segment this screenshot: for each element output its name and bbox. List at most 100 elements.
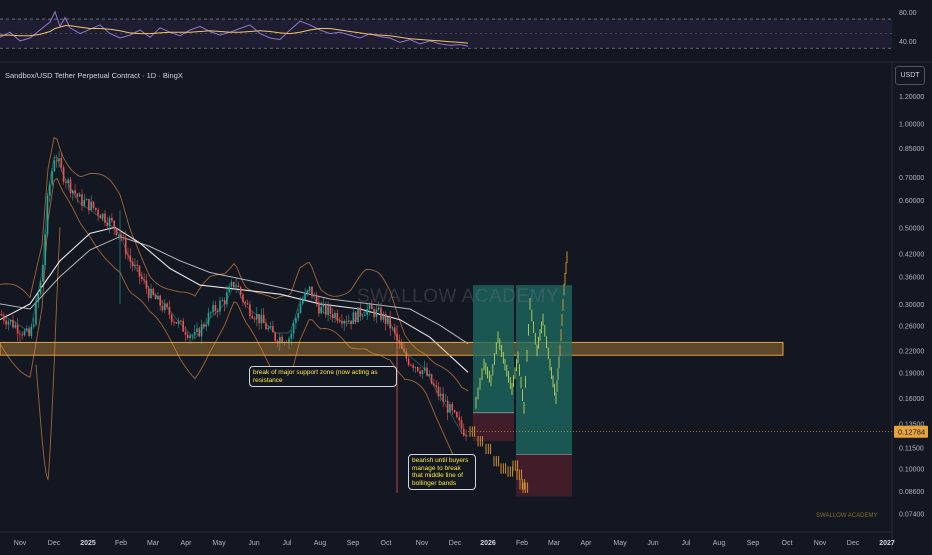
candle-body [262, 314, 265, 324]
candle-body [207, 312, 210, 325]
candle-body [272, 326, 274, 333]
candle-body [306, 290, 309, 293]
time-tick-label: Sep [747, 540, 760, 547]
candle-body [302, 299, 304, 304]
candle-body [122, 237, 125, 239]
time-tick-label: Aug [314, 540, 327, 547]
candle-body [111, 217, 113, 221]
candle-body [304, 292, 306, 300]
candle-body [394, 327, 396, 334]
candle-body [242, 294, 244, 302]
candle-body [74, 190, 76, 194]
candle-body [428, 374, 431, 376]
candle-body [354, 312, 357, 323]
candle-body [435, 385, 437, 387]
price-tick-label: 0.19000 [899, 370, 924, 377]
candle-body [49, 184, 51, 196]
candle-body [168, 306, 171, 315]
candle-body [200, 324, 203, 337]
candle-body [44, 234, 46, 265]
price-tick-label: 0.36000 [899, 275, 924, 282]
candle-body [189, 335, 191, 338]
candle-body [341, 321, 343, 324]
candle-body [42, 265, 44, 282]
candle-body [37, 293, 40, 302]
candle-body [359, 307, 362, 317]
candle-body [253, 318, 256, 320]
time-axis: Nov Dec 2025 Feb Mar Apr May Jun Jul Aug Sep Oct Nov… [0, 531, 895, 547]
price-tick-label: 0.16000 [899, 396, 924, 403]
candle-body [115, 228, 118, 235]
candle-body [421, 370, 424, 375]
candle-body [458, 417, 460, 421]
price-tick-label: 0.50000 [899, 225, 924, 232]
candle-body [97, 209, 99, 216]
candle-body [451, 404, 454, 411]
candle-body [69, 179, 72, 194]
candle-body [81, 194, 83, 206]
time-tick-label: 2027 [879, 540, 895, 547]
candle-body [456, 412, 458, 418]
candle-body [147, 288, 150, 299]
last-price-label: 0.12784 [898, 428, 925, 437]
candle-body [191, 335, 194, 337]
candle-body [26, 328, 28, 331]
price-tick-label: 0.08600 [899, 489, 924, 496]
time-tick-label: 2025 [80, 540, 96, 547]
candle-body [152, 288, 155, 295]
candle-body [299, 303, 302, 314]
candle-body [295, 318, 297, 323]
time-tick-label: Feb [115, 540, 127, 547]
candle-body [143, 279, 145, 281]
candle-body [237, 285, 240, 288]
candle-body [196, 328, 198, 332]
time-tick-label: Aug [713, 540, 726, 547]
candle-body [453, 410, 456, 412]
time-tick-label: Dec [847, 540, 860, 547]
annotation-bearish[interactable]: bearish until buyers manage to break tha… [408, 454, 476, 490]
time-tick-label: Nov [814, 540, 827, 547]
time-tick-label: Nov [416, 540, 429, 547]
candle-body [251, 315, 253, 319]
candle-body [414, 367, 417, 368]
candle-body [23, 330, 26, 336]
candle-body [338, 320, 341, 322]
candle-body [157, 295, 159, 300]
candle-body [129, 255, 132, 262]
candle-body [106, 222, 109, 226]
candle-body [154, 295, 157, 300]
candle-body [265, 323, 267, 330]
candle-body [226, 292, 228, 305]
candle-body [175, 322, 178, 324]
candle-body [343, 321, 345, 324]
time-tick-label: Feb [516, 540, 528, 547]
candle-body [164, 303, 166, 311]
candle-body [212, 305, 214, 313]
candle-body [166, 303, 168, 307]
candle-body [382, 313, 385, 320]
candle-body [320, 306, 322, 314]
currency-button[interactable]: USDT [895, 66, 925, 85]
candle-body [315, 294, 318, 303]
candle-body [419, 371, 421, 375]
candle-body [322, 304, 325, 307]
candle-body [348, 320, 350, 322]
annotation-support-break[interactable]: break of major support zone (now acting … [249, 366, 397, 387]
candle-body [95, 208, 97, 210]
time-tick-label: Jun [248, 540, 259, 547]
price-tick-label: 0.22000 [899, 348, 924, 355]
candle-body [58, 158, 60, 161]
candle-body [366, 308, 368, 315]
price-tick-label: 0.85000 [899, 146, 924, 153]
candle-body [65, 181, 67, 183]
candle-body [331, 313, 334, 318]
candle-body [214, 305, 217, 311]
time-tick-label: Nov [14, 540, 27, 547]
candle-body [14, 324, 17, 328]
price-tick-label: 0.10000 [899, 467, 924, 474]
target-zone [516, 285, 572, 455]
candle-body [85, 199, 88, 201]
candle-body [134, 264, 136, 266]
candle-body [92, 201, 95, 208]
candle-body [364, 314, 366, 316]
